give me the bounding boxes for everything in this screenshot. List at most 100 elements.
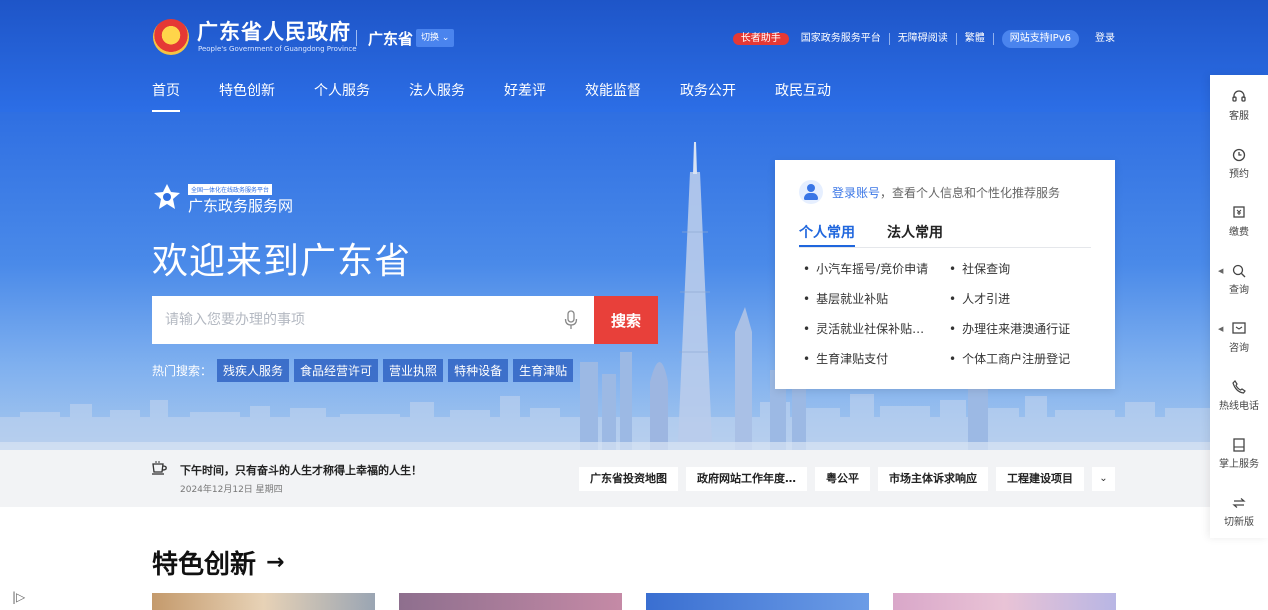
card-tabs: 个人常用 法人常用 <box>799 222 1091 248</box>
innovation-thumbnails <box>152 593 1116 610</box>
list-item[interactable]: 个体工商户注册登记 <box>949 350 1095 368</box>
arrow-right-icon: → <box>266 550 285 575</box>
hot-tag-business-license[interactable]: 营业执照 <box>383 359 444 382</box>
main-nav: 首页 特色创新 个人服务 法人服务 好差评 效能监督 政务公开 政民互动 <box>152 80 831 112</box>
hot-searches: 热门搜索： 残疾人服务 食品经营许可 营业执照 特种设备 生育津贴 <box>152 359 574 382</box>
card-login-row: 登录账号 ，查看个人信息和个性化推荐服务 <box>799 180 1060 204</box>
top-links: 长者助手 国家政务服务平台 无障碍阅读 繁體 网站支持IPv6 登录 <box>732 30 1115 48</box>
tab-corporate-common[interactable]: 法人常用 <box>887 222 943 247</box>
national-platform-link[interactable]: 国家政务服务平台 <box>793 33 890 45</box>
header-divider <box>356 30 357 46</box>
card-login-link[interactable]: 登录账号 <box>832 184 880 201</box>
floating-sidebar: 客服 预约 缴费 ◀ 查询 ◀ 咨询 热线电话 掌上服务 切新版 <box>1210 75 1268 538</box>
ipv6-badge: 网站支持IPv6 <box>1001 30 1079 48</box>
platform-name[interactable]: 广东政务服务网 <box>188 195 293 216</box>
quick-links: 广东省投资地图 政府网站工作年度… 粤公平 市场主体诉求响应 工程建设项目 ⌄ <box>579 467 1115 491</box>
common-services-list: 小汽车摇号/竞价申请 社保查询 基层就业补贴 人才引进 灵活就业社保补贴… 办理… <box>803 260 1093 368</box>
list-item[interactable]: 人才引进 <box>949 290 1095 308</box>
sidebar-item-label: 切新版 <box>1224 517 1254 528</box>
chevron-down-icon[interactable]: ⌄ <box>1092 467 1115 491</box>
sidebar-item-label: 查询 <box>1229 285 1249 296</box>
list-item[interactable]: 社保查询 <box>949 260 1095 278</box>
nav-innovation[interactable]: 特色创新 <box>219 80 275 112</box>
welcome-heading: 欢迎来到广东省 <box>152 241 412 282</box>
hot-tag-special-equipment[interactable]: 特种设备 <box>448 359 509 382</box>
daily-slogan: 下午时间，只有奋斗的人生才称得上幸福的人生！ <box>180 464 422 477</box>
search-box <box>152 296 594 344</box>
list-item[interactable]: 基层就业补贴 <box>803 290 949 308</box>
switch-region-label: 切换 <box>421 33 440 43</box>
chat-icon <box>1232 322 1246 334</box>
traditional-chinese-link[interactable]: 繁體 <box>957 33 994 45</box>
hot-tag-maternity-allowance[interactable]: 生育津贴 <box>513 359 574 382</box>
site-subtitle: People's Government of Guangdong Provinc… <box>198 45 357 53</box>
site-header: 广东省人民政府 People's Government of Guangdong… <box>0 0 1268 112</box>
sidebar-item-query[interactable]: ◀ 查询 <box>1210 263 1268 296</box>
quick-services-card: 登录账号 ，查看个人信息和个性化推荐服务 个人常用 法人常用 小汽车摇号/竞价申… <box>775 160 1115 389</box>
innovation-thumbnail[interactable] <box>893 593 1116 610</box>
list-item[interactable]: 灵活就业社保补贴… <box>803 320 949 338</box>
caret-left-icon: ◀ <box>1218 325 1224 333</box>
hero-banner: 全国一体化在线政务服务平台 广东政务服务网 欢迎来到广东省 搜索 热门搜索： 残… <box>0 112 1268 450</box>
section-title-text: 特色创新 <box>152 550 257 580</box>
search-button[interactable]: 搜索 <box>594 296 658 344</box>
quick-link-investment-map[interactable]: 广东省投资地图 <box>579 467 678 491</box>
nav-supervision[interactable]: 效能监督 <box>585 80 641 112</box>
list-item[interactable]: 小汽车摇号/竞价申请 <box>803 260 949 278</box>
nav-gov-affairs[interactable]: 政务公开 <box>680 80 736 112</box>
sidebar-item-label: 预约 <box>1229 169 1249 180</box>
login-link[interactable]: 登录 <box>1087 33 1115 45</box>
clock-icon <box>1232 148 1246 162</box>
quick-link-construction-projects[interactable]: 工程建设项目 <box>996 467 1084 491</box>
sidebar-item-label: 客服 <box>1229 111 1249 122</box>
quick-link-annual-report[interactable]: 政府网站工作年度… <box>686 467 807 491</box>
hot-tag-disability[interactable]: 残疾人服务 <box>217 359 290 382</box>
nav-interaction[interactable]: 政民互动 <box>775 80 831 112</box>
elder-assistant-button[interactable]: 长者助手 <box>732 33 789 45</box>
quick-link-yue-gongping[interactable]: 粤公平 <box>815 467 870 491</box>
list-item[interactable]: 办理往来港澳通行证 <box>949 320 1095 338</box>
coffee-cup-icon <box>152 461 167 475</box>
innovation-thumbnail[interactable] <box>646 593 869 610</box>
sidebar-item-label: 缴费 <box>1229 227 1249 238</box>
sidebar-item-customer-service[interactable]: 客服 <box>1210 89 1268 122</box>
notice-bar: 下午时间，只有奋斗的人生才称得上幸福的人生！ 2024年12月12日 星期四 广… <box>0 450 1268 507</box>
avatar-icon[interactable] <box>799 180 823 204</box>
innovation-thumbnail[interactable] <box>399 593 622 610</box>
national-emblem-icon[interactable] <box>153 19 189 55</box>
sidebar-item-label: 咨询 <box>1229 343 1249 354</box>
tab-personal-common[interactable]: 个人常用 <box>799 222 855 247</box>
headset-icon <box>1232 90 1246 102</box>
sidebar-item-switch-version[interactable]: 切新版 <box>1210 495 1268 528</box>
sidebar-item-consult[interactable]: ◀ 咨询 <box>1210 321 1268 354</box>
search-icon <box>1232 264 1246 278</box>
caret-left-icon: ◀ <box>1218 267 1224 275</box>
sidebar-item-mobile-service[interactable]: 掌上服务 <box>1210 437 1268 470</box>
gov-service-logo-icon[interactable] <box>152 182 182 212</box>
microphone-icon[interactable] <box>564 310 578 330</box>
sidebar-item-hotline[interactable]: 热线电话 <box>1210 379 1268 412</box>
nav-corporate-services[interactable]: 法人服务 <box>409 80 465 112</box>
list-item[interactable]: 生育津贴支付 <box>803 350 949 368</box>
chevron-down-icon: ⌄ <box>439 33 450 43</box>
hot-tag-food-license[interactable]: 食品经营许可 <box>294 359 379 382</box>
expand-panel-icon[interactable]: |▷ <box>12 590 25 604</box>
card-login-hint: ，查看个人信息和个性化推荐服务 <box>880 185 1061 200</box>
section-title[interactable]: 特色创新 → <box>152 544 284 581</box>
nav-personal-services[interactable]: 个人服务 <box>314 80 370 112</box>
search-input[interactable] <box>152 296 552 344</box>
nav-evaluation[interactable]: 好差评 <box>504 80 546 112</box>
switch-region-button[interactable]: 切换 ⌄ <box>416 29 455 47</box>
nav-home[interactable]: 首页 <box>152 80 180 112</box>
hot-search-label: 热门搜索： <box>152 364 213 378</box>
accessibility-link[interactable]: 无障碍阅读 <box>890 33 957 45</box>
site-title[interactable]: 广东省人民政府 <box>197 16 351 46</box>
sidebar-item-appointment[interactable]: 预约 <box>1210 147 1268 180</box>
sidebar-item-label: 掌上服务 <box>1219 459 1259 470</box>
quick-link-market-appeals[interactable]: 市场主体诉求响应 <box>878 467 988 491</box>
current-region: 广东省 <box>368 30 414 48</box>
sidebar-item-label: 热线电话 <box>1219 401 1259 412</box>
phone-icon <box>1232 380 1246 394</box>
innovation-thumbnail[interactable] <box>152 593 375 610</box>
sidebar-item-payment[interactable]: 缴费 <box>1210 205 1268 238</box>
